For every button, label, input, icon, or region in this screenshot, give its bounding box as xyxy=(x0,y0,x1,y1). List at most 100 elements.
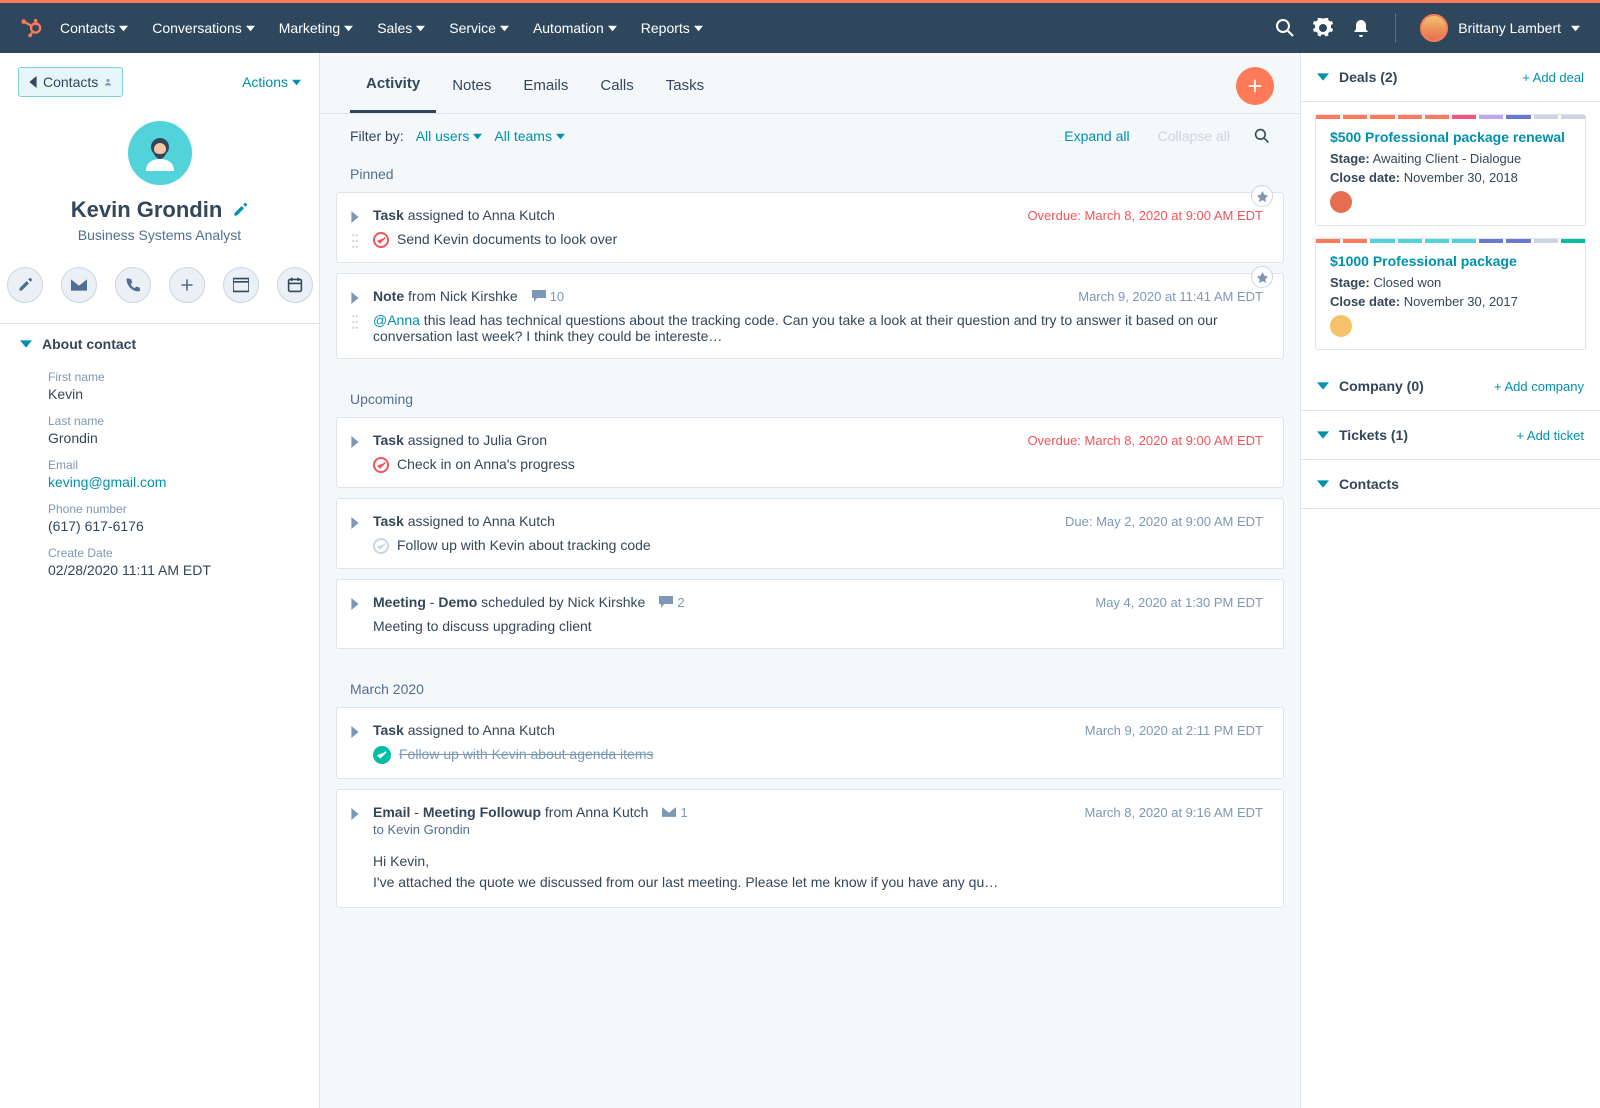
tab-calls[interactable]: Calls xyxy=(584,55,649,112)
nav-automation[interactable]: Automation xyxy=(533,20,617,36)
contact-field[interactable]: Last nameGrondin xyxy=(0,408,319,452)
tab-tasks[interactable]: Tasks xyxy=(650,55,720,112)
task-checkbox[interactable] xyxy=(373,457,389,473)
calendar-button[interactable] xyxy=(277,267,313,303)
card-title: Note from Nick Kirshke xyxy=(373,288,518,304)
tab-notes[interactable]: Notes xyxy=(436,55,507,112)
panel-header[interactable]: Company (0) + Add company xyxy=(1301,362,1600,411)
activity-card[interactable]: Task assigned to Julia GronOverdue: Marc… xyxy=(336,417,1284,488)
nav-conversations[interactable]: Conversations xyxy=(152,20,255,36)
chevron-right-icon[interactable] xyxy=(349,598,361,610)
tab-activity[interactable]: Activity xyxy=(350,53,436,113)
task-checkbox[interactable] xyxy=(373,232,389,248)
activity-card[interactable]: Task assigned to Anna KutchOverdue: Marc… xyxy=(336,192,1284,263)
deals-panel-header[interactable]: Deals (2) + Add deal xyxy=(1301,53,1600,102)
activity-card[interactable]: Task assigned to Anna KutchMarch 9, 2020… xyxy=(336,707,1284,779)
call-button[interactable] xyxy=(115,267,151,303)
contact-field[interactable]: Phone number(617) 617-6176 xyxy=(0,496,319,540)
contact-avatar[interactable] xyxy=(128,121,192,185)
about-section-header[interactable]: About contact xyxy=(0,324,319,364)
deal-owner-avatar[interactable] xyxy=(1330,315,1352,337)
add-button[interactable] xyxy=(169,267,205,303)
add-activity-button[interactable] xyxy=(1236,67,1274,105)
hubspot-logo-icon[interactable] xyxy=(20,17,42,39)
drag-handle-icon[interactable] xyxy=(351,233,359,249)
actions-dropdown[interactable]: Actions xyxy=(242,74,301,90)
card-body: @Anna this lead has technical questions … xyxy=(373,312,1263,344)
chevron-right-icon[interactable] xyxy=(349,808,361,820)
nav-sales[interactable]: Sales xyxy=(377,20,425,36)
nav-service[interactable]: Service xyxy=(449,20,509,36)
chevron-right-icon[interactable] xyxy=(349,436,361,448)
note-button[interactable] xyxy=(7,267,43,303)
deal-close-date: Close date: November 30, 2017 xyxy=(1330,294,1571,309)
deal-name[interactable]: $1000 Professional package xyxy=(1330,253,1571,269)
deal-card[interactable]: $500 Professional package renewal Stage:… xyxy=(1315,114,1586,226)
task-checkbox[interactable] xyxy=(373,538,389,554)
nav-divider xyxy=(1395,13,1396,43)
left-panel: Contacts Actions Kevin Grondin Business … xyxy=(0,53,320,1108)
user-menu[interactable]: Brittany Lambert xyxy=(1420,14,1580,42)
field-value: keving@gmail.com xyxy=(48,474,299,490)
activity-card[interactable]: Meeting - Demo scheduled by Nick Kirshke… xyxy=(336,579,1284,649)
card-title: Task assigned to Anna Kutch xyxy=(373,722,555,738)
panel-header[interactable]: Tickets (1) + Add ticket xyxy=(1301,411,1600,460)
filter-users[interactable]: All users xyxy=(416,128,483,144)
chevron-down-icon xyxy=(1317,478,1329,490)
comment-count[interactable]: 10 xyxy=(532,289,564,304)
contact-name: Kevin Grondin xyxy=(71,197,223,223)
back-button[interactable]: Contacts xyxy=(18,67,123,97)
comment-count[interactable]: 2 xyxy=(659,595,684,610)
edit-icon[interactable] xyxy=(232,202,248,218)
contact-field[interactable]: Create Date 02/28/2020 11:11 AM EDT xyxy=(0,540,319,584)
deal-name[interactable]: $500 Professional package renewal xyxy=(1330,129,1571,145)
field-label: Create Date xyxy=(48,546,299,560)
task-checkbox-done[interactable] xyxy=(373,746,391,764)
contact-field[interactable]: Emailkeving@gmail.com xyxy=(0,452,319,496)
email-button[interactable] xyxy=(61,267,97,303)
activity-card[interactable]: Note from Nick Kirshke10March 9, 2020 at… xyxy=(336,273,1284,359)
pin-button[interactable] xyxy=(1251,266,1273,288)
section-pinned: Pinned xyxy=(320,158,1300,192)
gear-icon[interactable] xyxy=(1313,18,1333,38)
contact-field[interactable]: First nameKevin xyxy=(0,364,319,408)
section-march: March 2020 xyxy=(320,673,1300,707)
nav-marketing[interactable]: Marketing xyxy=(279,20,353,36)
card-timestamp: March 8, 2020 at 9:16 AM EDT xyxy=(1085,805,1263,820)
chevron-right-icon[interactable] xyxy=(349,726,361,738)
activity-tabs: Activity Notes Emails Calls Tasks xyxy=(320,53,1300,114)
search-icon[interactable] xyxy=(1275,18,1295,38)
deal-card[interactable]: $1000 Professional package Stage: Closed… xyxy=(1315,238,1586,350)
field-value: 02/28/2020 11:11 AM EDT xyxy=(48,562,299,578)
panel-add[interactable]: + Add ticket xyxy=(1516,428,1584,443)
deal-owner-avatar[interactable] xyxy=(1330,191,1352,213)
chevron-right-icon[interactable] xyxy=(349,517,361,529)
card-timestamp: Overdue: March 8, 2020 at 9:00 AM EDT xyxy=(1027,208,1263,223)
card-body: Follow up with Kevin about agenda items xyxy=(373,746,1263,764)
panel-add[interactable]: + Add company xyxy=(1494,379,1584,394)
window-button[interactable] xyxy=(223,267,259,303)
deal-stage-stripe xyxy=(1316,115,1585,119)
chevron-right-icon[interactable] xyxy=(349,292,361,304)
chevron-down-icon xyxy=(1317,71,1329,83)
email-to: to Kevin Grondin xyxy=(373,822,1263,837)
card-body: Check in on Anna's progress xyxy=(373,456,1263,473)
nav-contacts[interactable]: Contacts xyxy=(60,20,128,36)
card-body: Meeting to discuss upgrading client xyxy=(373,618,1263,634)
search-icon[interactable] xyxy=(1254,128,1270,144)
plus-icon xyxy=(1246,77,1264,95)
add-deal[interactable]: + Add deal xyxy=(1522,70,1584,85)
card-body: Send Kevin documents to look over xyxy=(373,231,1263,248)
pin-button[interactable] xyxy=(1251,185,1273,207)
card-title: Meeting - Demo scheduled by Nick Kirshke xyxy=(373,594,645,610)
filter-teams[interactable]: All teams xyxy=(494,128,565,144)
nav-reports[interactable]: Reports xyxy=(641,20,703,36)
drag-handle-icon[interactable] xyxy=(351,314,359,330)
panel-header[interactable]: Contacts xyxy=(1301,460,1600,509)
chevron-right-icon[interactable] xyxy=(349,211,361,223)
activity-card[interactable]: Email - Meeting Followup from Anna Kutch… xyxy=(336,789,1284,908)
bell-icon[interactable] xyxy=(1351,18,1371,38)
activity-card[interactable]: Task assigned to Anna KutchDue: May 2, 2… xyxy=(336,498,1284,569)
expand-all[interactable]: Expand all xyxy=(1064,128,1129,144)
tab-emails[interactable]: Emails xyxy=(507,55,584,112)
